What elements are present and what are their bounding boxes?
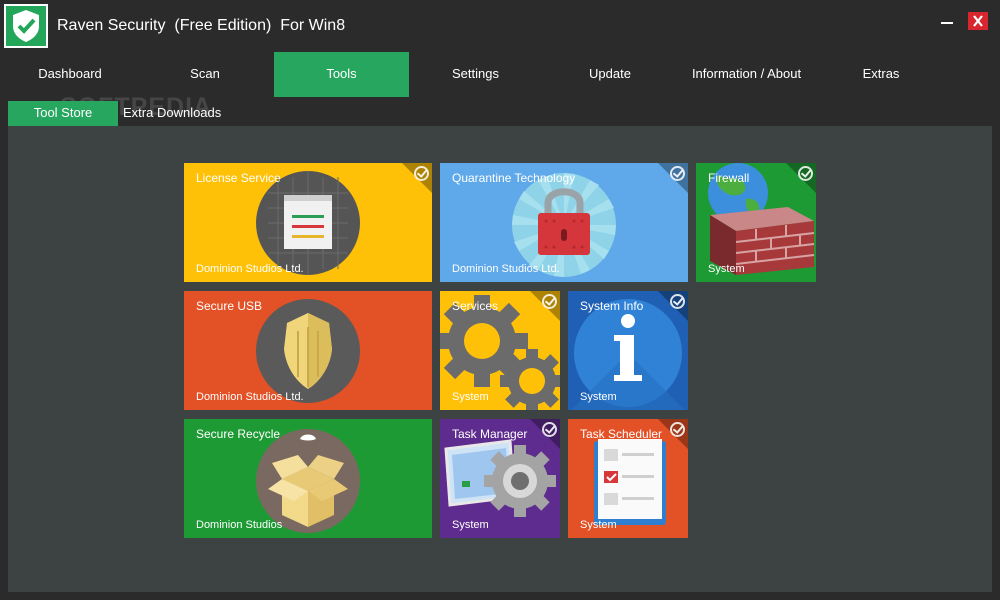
tab-settings[interactable]: Settings	[410, 52, 541, 97]
tab-information-about[interactable]: Information / About	[680, 52, 813, 97]
tile-subtitle: System	[580, 391, 617, 403]
installed-check-icon	[670, 294, 685, 309]
tile-task-scheduler[interactable]: Task Scheduler System	[568, 419, 688, 538]
tile-title: Secure Recycle	[196, 427, 281, 441]
tile-title: Firewall	[708, 171, 750, 185]
tile-quarantine-technology[interactable]: Quarantine Technology Dominion Studios L…	[440, 163, 688, 282]
tile-services[interactable]: Services System	[440, 291, 560, 410]
minimize-icon[interactable]	[940, 12, 954, 28]
installed-check-icon	[798, 166, 813, 181]
subtab-tool-store[interactable]: Tool Store	[8, 101, 118, 126]
tile-task-manager[interactable]: Task Manager System	[440, 419, 560, 538]
tile-subtitle: Dominion Studios Ltd.	[452, 263, 560, 275]
tile-subtitle: System	[708, 263, 745, 275]
tab-dashboard[interactable]: Dashboard	[5, 52, 135, 97]
tool-store-panel: License Service Dominion Studios Ltd. Qu…	[8, 126, 992, 592]
app-title: Raven Security (Free Edition) For Win8	[57, 17, 346, 34]
installed-check-icon	[670, 422, 685, 437]
installed-check-icon	[670, 166, 685, 181]
shield-check-icon	[4, 4, 48, 48]
tile-title: Services	[452, 299, 499, 313]
tile-title: Quarantine Technology	[452, 171, 576, 185]
tile-subtitle: Dominion Studios	[196, 519, 283, 531]
tab-scan[interactable]: Scan	[140, 52, 270, 97]
installed-check-icon	[542, 422, 557, 437]
installed-check-icon	[414, 166, 429, 181]
tile-subtitle: System	[580, 519, 617, 531]
tile-license-service[interactable]: License Service Dominion Studios Ltd.	[184, 163, 432, 282]
tab-extras[interactable]: Extras	[815, 52, 947, 97]
tile-title: System Info	[580, 299, 644, 313]
tile-title: Task Manager	[452, 427, 528, 441]
tile-system-info[interactable]: System Info System	[568, 291, 688, 410]
tile-title: License Service	[196, 171, 281, 185]
title-bar: Raven Security (Free Edition) For Win8	[0, 0, 1000, 52]
tile-firewall[interactable]: Firewall System	[696, 163, 816, 282]
tile-subtitle: Dominion Studios Ltd.	[196, 263, 304, 275]
tab-tools[interactable]: Tools	[274, 52, 409, 97]
tile-subtitle: System	[452, 519, 489, 531]
tile-subtitle: Dominion Studios Ltd.	[196, 391, 304, 403]
tile-secure-recycle[interactable]: Secure Recycle Dominion Studios	[184, 419, 432, 538]
tile-secure-usb[interactable]: Secure USB Dominion Studios Ltd.	[184, 291, 432, 410]
tile-title: Task Scheduler	[580, 427, 663, 441]
tab-update[interactable]: Update	[545, 52, 675, 97]
tile-title: Secure USB	[196, 299, 263, 313]
main-tabs: Dashboard Scan Tools Settings Update Inf…	[0, 52, 1000, 97]
close-icon[interactable]	[968, 12, 988, 30]
subtab-extra-downloads[interactable]: Extra Downloads	[123, 101, 238, 126]
installed-check-icon	[542, 294, 557, 309]
tile-subtitle: System	[452, 391, 489, 403]
